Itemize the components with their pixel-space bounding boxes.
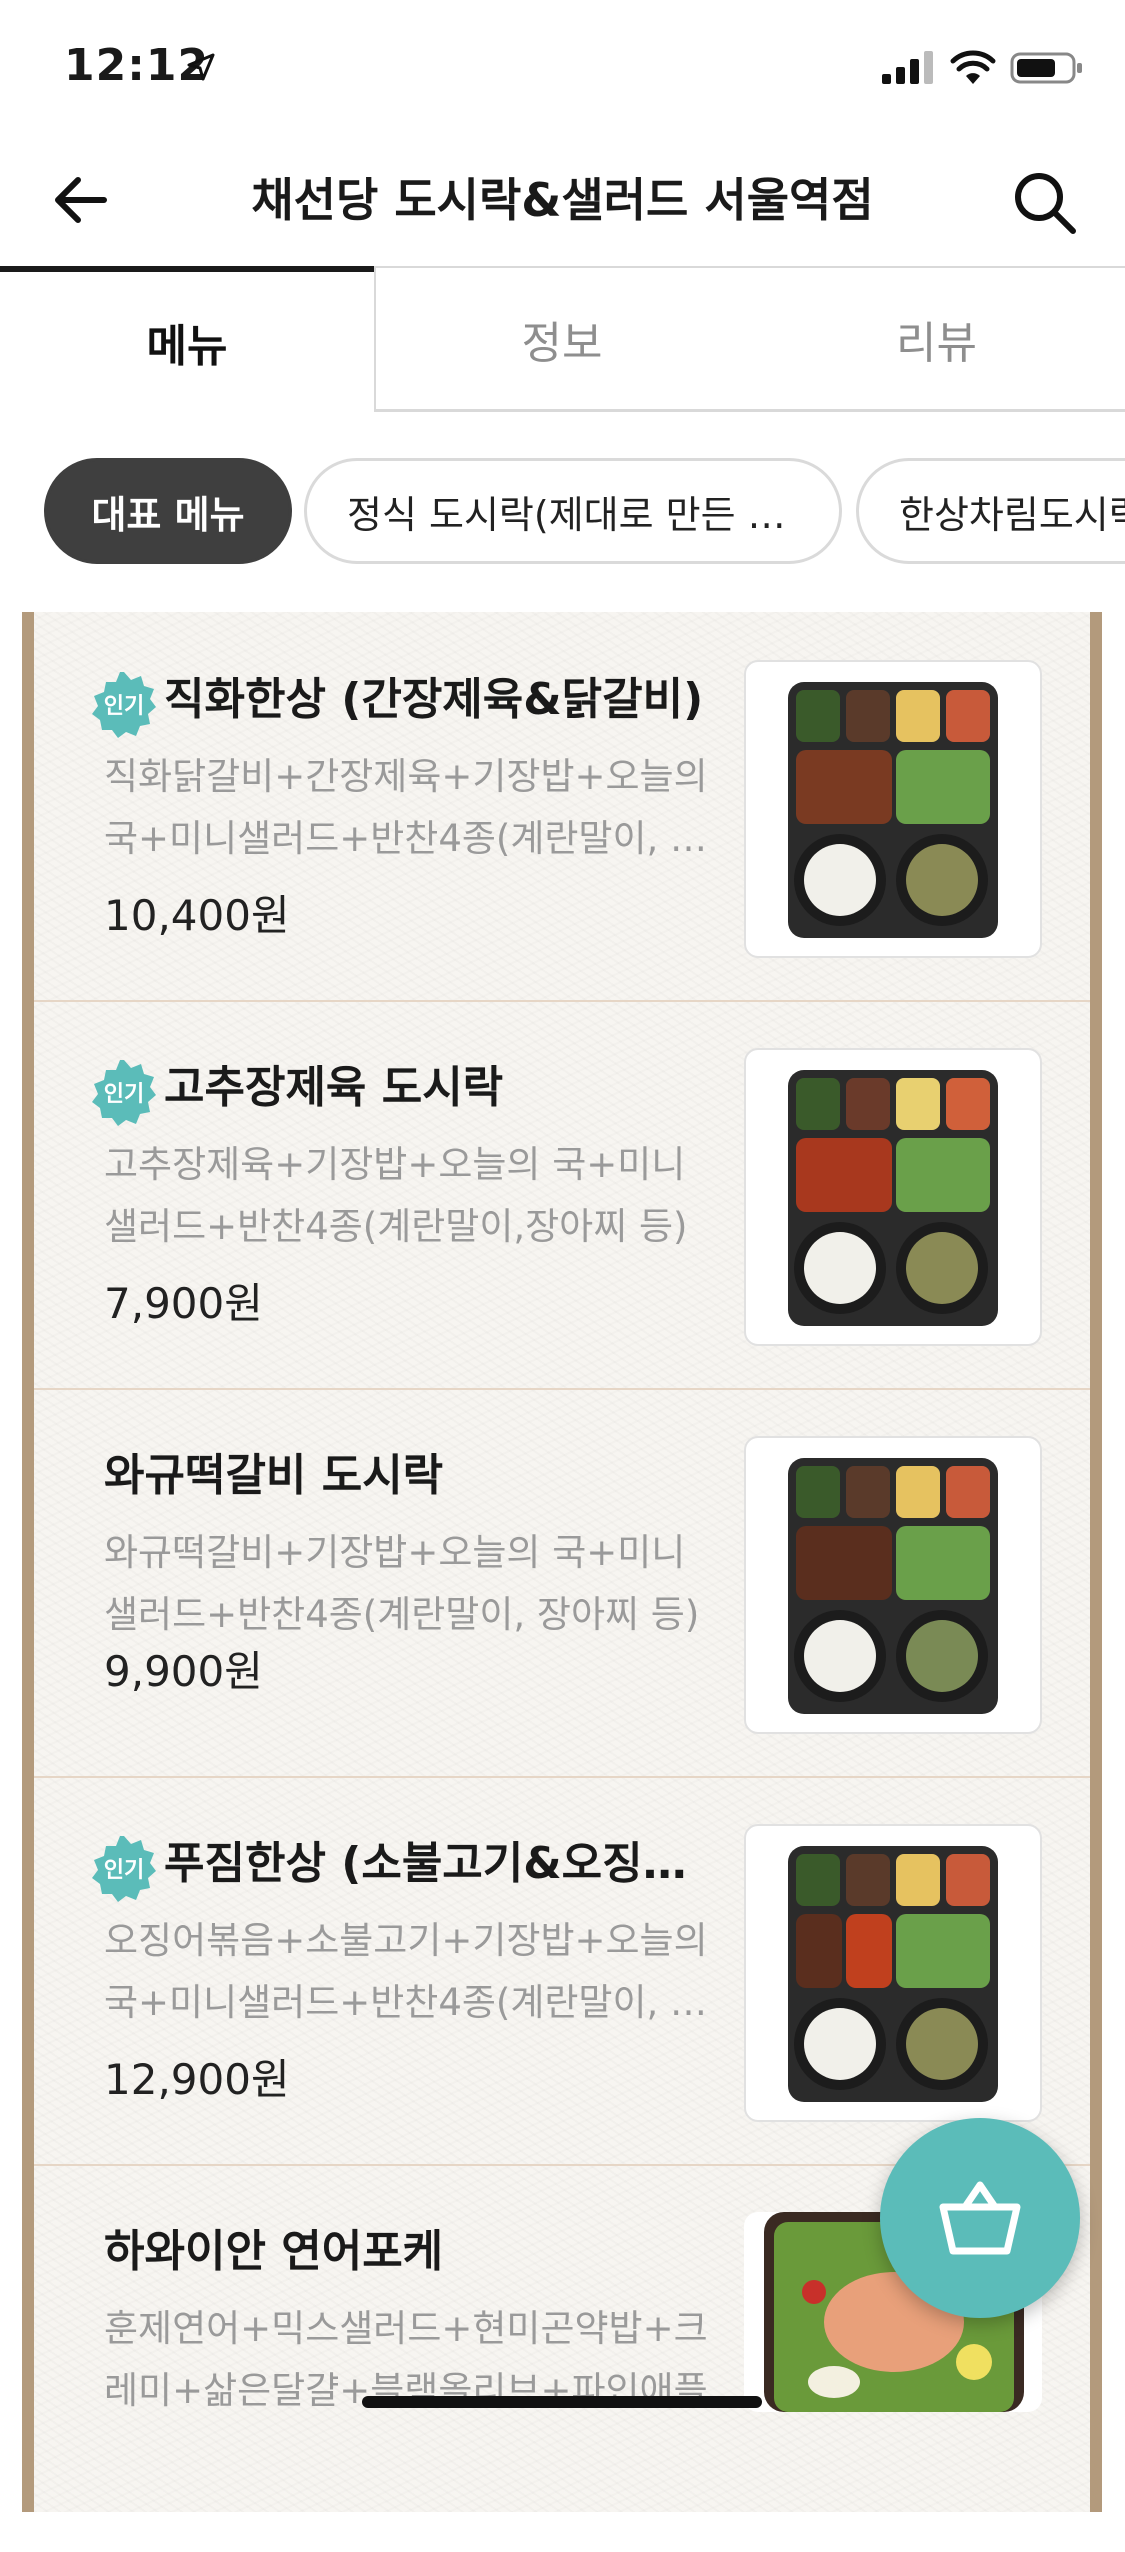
- popular-badge-label: 인기: [103, 694, 145, 719]
- item-image: [744, 1048, 1042, 1346]
- item-image: [744, 1824, 1042, 2122]
- lunchbox-image: [788, 1070, 998, 1326]
- battery-icon: [1010, 52, 1082, 84]
- item-image: [744, 660, 1042, 958]
- popular-badge-label: 인기: [103, 1858, 145, 1883]
- cart-button[interactable]: [880, 2118, 1080, 2318]
- wifi-icon: [950, 50, 996, 84]
- back-arrow-icon[interactable]: [50, 170, 110, 230]
- location-arrow-icon: [187, 53, 215, 81]
- basket-icon: [939, 2181, 1021, 2255]
- lunchbox-image: [788, 1846, 998, 2102]
- item-name: 하와이안 연어포케: [104, 2226, 444, 2277]
- menu-item[interactable]: 인기 고추장제육 도시락 고추장제육+기장밥+오늘의 국+미니 샐러드+반찬4종…: [34, 1000, 1090, 1390]
- item-name: 고추장제육 도시락: [164, 1062, 504, 1113]
- menu-item[interactable]: 인기 푸짐한상 (소불고기&오징어볶음) 오징어볶음+소불고기+기장밥+오늘의 …: [34, 1776, 1090, 2166]
- menu-item[interactable]: 인기 직화한상 (간장제육&닭갈비) 직화닭갈비+간장제육+기장밥+오늘의 국+…: [34, 612, 1090, 1002]
- tab-info[interactable]: 정보: [374, 266, 748, 412]
- home-indicator: [362, 2396, 762, 2408]
- popular-badge-label: 인기: [103, 1082, 145, 1107]
- tab-review[interactable]: 리뷰: [748, 266, 1125, 412]
- item-name: 직화한상 (간장제육&닭갈비): [164, 674, 704, 725]
- signal-icon: [882, 51, 933, 84]
- item-price: 12,900원: [104, 2055, 290, 2104]
- menu-item[interactable]: 와규떡갈비 도시락 와규떡갈비+기장밥+오늘의 국+미니 샐러드+반찬4종(계란…: [34, 1388, 1090, 1778]
- lunchbox-image: [788, 1458, 998, 1714]
- item-description: 직화닭갈비+간장제육+기장밥+오늘의 국+미니샐러드+반찬4종(계란말이, 장아…: [104, 755, 734, 860]
- search-icon[interactable]: [1010, 168, 1078, 236]
- item-name: 푸짐한상 (소불고기&오징어볶음): [164, 1838, 724, 1889]
- item-description: 와규떡갈비+기장밥+오늘의 국+미니 샐러드+반찬4종(계란말이, 장아찌 등): [104, 1531, 700, 1636]
- item-price: 9,900원: [104, 1647, 263, 1696]
- item-price: 10,400원: [104, 891, 290, 940]
- item-image: [744, 1436, 1042, 1734]
- item-description: 오징어볶음+소불고기+기장밥+오늘의 국+미니샐러드+반찬4종(계란말이, 장아…: [104, 1919, 734, 2024]
- item-price: 7,900원: [104, 1279, 263, 1328]
- chip-signature-menu[interactable]: 대표 메뉴: [44, 458, 292, 564]
- page-title: 채선당 도시락&샐러드 서울역점: [251, 173, 874, 227]
- chip-set-lunchbox[interactable]: 정식 도시락(제대로 만든 …: [304, 458, 842, 564]
- lunchbox-image: [788, 682, 998, 938]
- chip-table-lunchbox[interactable]: 한상차림도시락: [856, 458, 1125, 564]
- category-chips: 대표 메뉴 정식 도시락(제대로 만든 … 한상차림도시락: [0, 456, 1125, 568]
- app-header: 채선당 도시락&샐러드 서울역점: [0, 140, 1125, 270]
- item-description: 고추장제육+기장밥+오늘의 국+미니 샐러드+반찬4종(계란말이,장아찌 등): [104, 1143, 688, 1248]
- item-name: 와규떡갈비 도시락: [104, 1450, 444, 1501]
- tab-bar: 메뉴 정보 리뷰: [0, 266, 1125, 414]
- tab-menu[interactable]: 메뉴: [0, 266, 374, 412]
- status-bar: 12:12: [0, 0, 1125, 140]
